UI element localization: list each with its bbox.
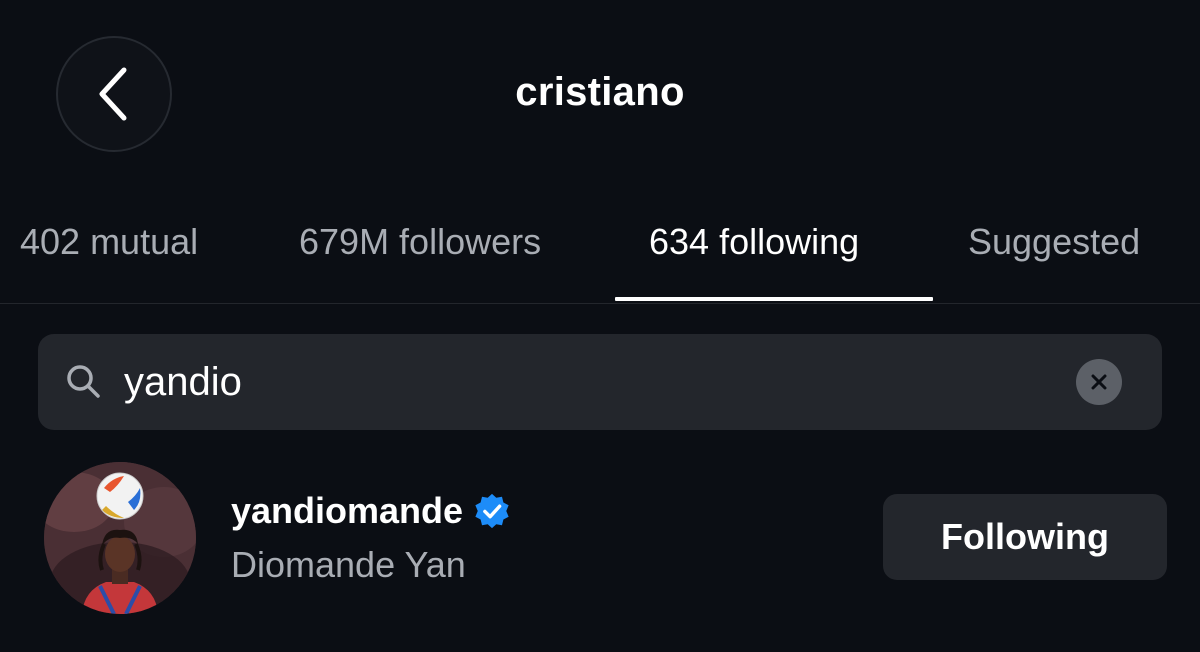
username-line: yandiomande (231, 490, 511, 532)
username[interactable]: yandiomande (231, 490, 463, 532)
tab-suggested[interactable]: Suggested (968, 221, 1140, 263)
page-title: cristiano (515, 70, 685, 114)
following-list-screen: cristiano 402 mutual 679M followers 634 … (0, 0, 1200, 652)
search-bar (38, 334, 1162, 430)
tab-bar: 402 mutual 679M followers 634 following … (0, 215, 1200, 304)
clear-icon (1091, 374, 1107, 390)
search-input[interactable] (124, 334, 1024, 430)
tab-mutual[interactable]: 402 mutual (20, 221, 198, 263)
verified-badge-icon (475, 493, 509, 529)
tab-followers[interactable]: 679M followers (299, 221, 541, 263)
avatar-image (44, 462, 196, 614)
avatar[interactable] (44, 462, 196, 614)
clear-search-button[interactable] (1076, 359, 1122, 405)
active-tab-indicator (615, 297, 933, 301)
search-icon (67, 365, 100, 398)
tab-following[interactable]: 634 following (649, 221, 859, 263)
following-button[interactable]: Following (883, 494, 1167, 580)
full-name: Diomande Yan (231, 544, 466, 585)
list-item[interactable]: yandiomande Diomande Yan Following (0, 458, 1200, 618)
